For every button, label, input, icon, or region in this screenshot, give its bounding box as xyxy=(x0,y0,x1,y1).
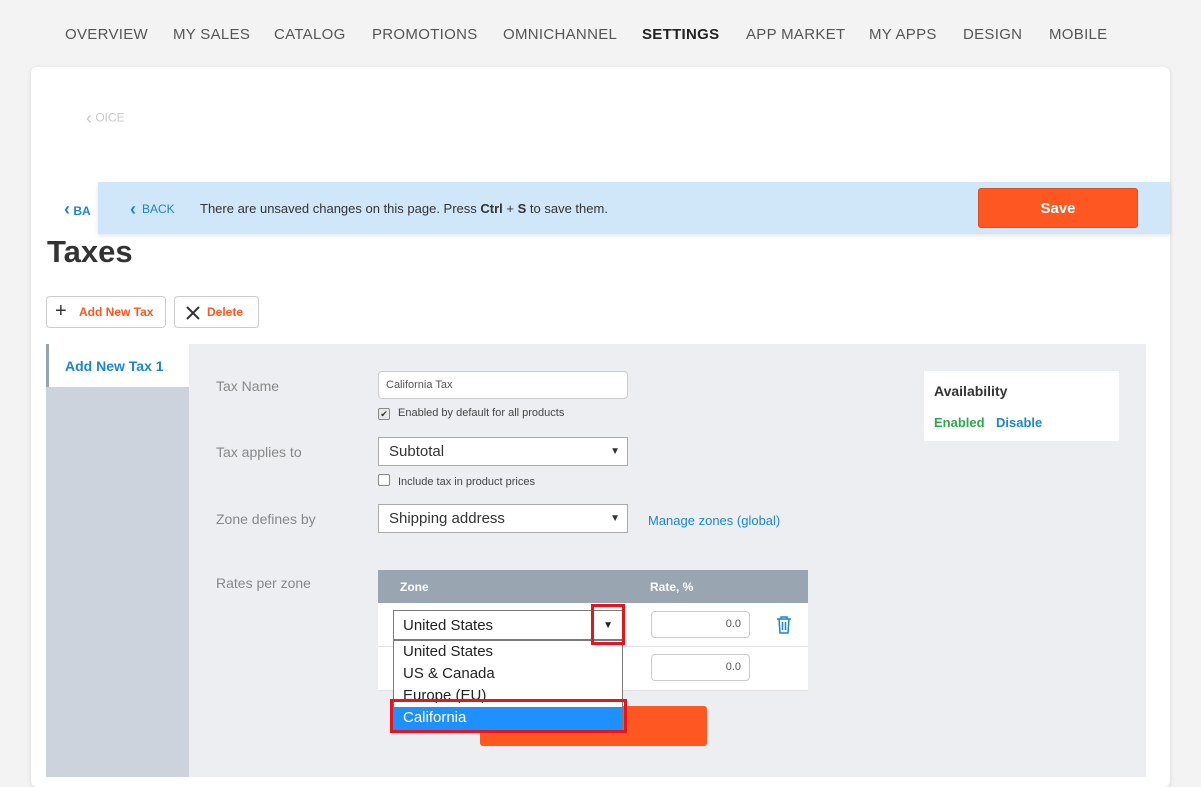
dropdown-arrow-highlight xyxy=(591,604,625,645)
nav-my-apps[interactable]: MY APPS xyxy=(869,26,937,43)
save-button[interactable]: Save xyxy=(978,188,1138,228)
nav-mobile[interactable]: MOBILE xyxy=(1049,26,1107,43)
close-icon xyxy=(184,297,202,327)
rates-table-header: Zone Rate, % xyxy=(378,570,808,603)
zone-select[interactable]: United States ▼ xyxy=(393,610,623,640)
trash-icon[interactable] xyxy=(776,616,792,639)
nav-promotions[interactable]: PROMOTIONS xyxy=(372,26,478,43)
nav-my-sales[interactable]: MY SALES xyxy=(173,26,250,43)
faded-back-link: ‹ OICE xyxy=(86,108,125,129)
tax-applies-value: Subtotal xyxy=(389,443,445,460)
message-text-end: to save them. xyxy=(526,201,608,216)
back-underlay-label: BA xyxy=(73,204,91,218)
rates-per-zone-label: Rates per zone xyxy=(216,575,311,591)
caret-down-icon: ▼ xyxy=(610,513,620,524)
key-ctrl: Ctrl xyxy=(480,201,503,216)
zone-defines-label: Zone defines by xyxy=(216,511,316,527)
manage-zones-link[interactable]: Manage zones (global) xyxy=(648,513,780,528)
chevron-left-icon: ‹ xyxy=(130,199,136,219)
include-tax-checkbox[interactable] xyxy=(378,474,390,486)
add-new-tax-button[interactable]: + Add New Tax xyxy=(46,296,166,328)
zone-column-header: Zone xyxy=(400,580,429,594)
rate-column-header: Rate, % xyxy=(650,580,694,594)
california-option-highlight xyxy=(390,699,627,733)
message-text: There are unsaved changes on this page. … xyxy=(200,201,481,216)
disable-link[interactable]: Disable xyxy=(996,415,1042,430)
nav-app-market[interactable]: APP MARKET xyxy=(746,26,845,43)
tax-applies-select[interactable]: Subtotal ▼ xyxy=(378,437,628,466)
nav-omnichannel[interactable]: OMNICHANNEL xyxy=(503,26,617,43)
key-s: S xyxy=(517,201,527,216)
chevron-left-icon: ‹ xyxy=(86,108,92,128)
zone-select-value: United States xyxy=(403,617,494,634)
include-tax-row: Include tax in product prices xyxy=(378,474,535,488)
delete-label: Delete xyxy=(207,305,244,319)
include-tax-label: Include tax in product prices xyxy=(398,476,535,488)
delete-button[interactable]: Delete xyxy=(174,296,259,328)
enabled-default-label: Enabled by default for all products xyxy=(398,407,565,419)
nav-overview[interactable]: OVERVIEW xyxy=(65,26,148,43)
zone-defines-value: Shipping address xyxy=(389,510,505,527)
back-link[interactable]: ‹ BACK xyxy=(130,199,175,220)
tax-name-label: Tax Name xyxy=(216,378,280,394)
availability-box: Availability Enabled Disable xyxy=(924,371,1119,441)
rate-input[interactable]: 0.0 xyxy=(651,654,750,681)
back-label: BACK xyxy=(142,202,175,216)
zone-defines-select[interactable]: Shipping address ▼ xyxy=(378,504,628,533)
nav-settings[interactable]: SETTINGS xyxy=(642,26,719,43)
top-navigation: OVERVIEW MY SALES CATALOG PROMOTIONS OMN… xyxy=(0,0,1201,66)
key-plus: + xyxy=(502,201,518,216)
zone-option-us-canada[interactable]: US & Canada xyxy=(403,665,495,682)
tax-sidebar: Add New Tax 1 xyxy=(46,344,189,777)
nav-catalog[interactable]: CATALOG xyxy=(274,26,346,43)
plus-icon: + xyxy=(55,300,67,322)
page-title: Taxes xyxy=(47,234,133,269)
rate-input[interactable]: 0.0 xyxy=(651,611,750,638)
availability-title: Availability xyxy=(934,383,1008,399)
unsaved-message: There are unsaved changes on this page. … xyxy=(200,201,608,216)
sidebar-tab-add-new-tax-1[interactable]: Add New Tax 1 xyxy=(46,344,189,387)
tax-name-input[interactable]: California Tax xyxy=(378,371,628,399)
unsaved-changes-banner: ‹ BACK There are unsaved changes on this … xyxy=(98,182,1170,234)
back-link-underlay[interactable]: ‹ BA xyxy=(64,199,91,220)
nav-design[interactable]: DESIGN xyxy=(963,26,1022,43)
add-new-tax-label: Add New Tax xyxy=(79,305,154,319)
enabled-default-checkbox[interactable]: ✔ xyxy=(378,408,390,420)
tax-applies-label: Tax applies to xyxy=(216,444,302,460)
zone-option-united-states[interactable]: United States xyxy=(403,643,493,660)
enabled-default-row: ✔ Enabled by default for all products xyxy=(378,407,564,420)
enabled-status: Enabled xyxy=(934,415,985,430)
faded-back-label: OICE xyxy=(95,110,125,125)
caret-down-icon: ▼ xyxy=(610,446,620,457)
chevron-left-icon: ‹ xyxy=(64,199,70,219)
